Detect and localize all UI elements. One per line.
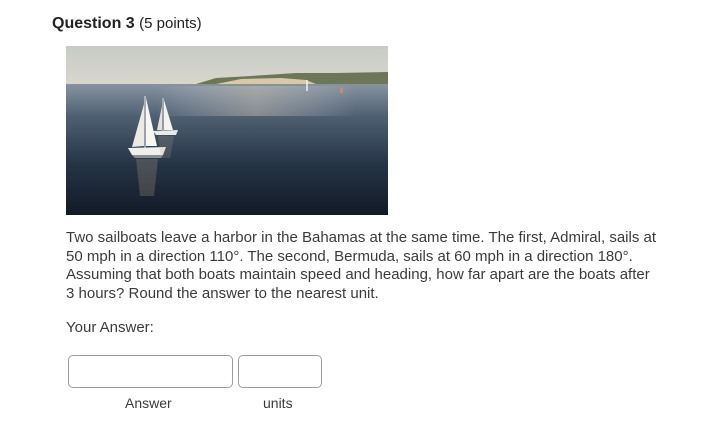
question-header: Question 3 (5 points) (52, 15, 202, 33)
your-answer-label: Your Answer: (66, 319, 154, 336)
question-text: Two sailboats leave a harbor in the Baha… (66, 229, 657, 302)
answer-field-label: Answer (125, 395, 172, 411)
units-field-label: units (263, 395, 293, 411)
units-input[interactable] (238, 355, 322, 388)
question-page: Question 3 (5 points) Two sailboats leav… (0, 0, 716, 434)
question-title: Question 3 (52, 15, 135, 32)
sailboats-photo (66, 46, 388, 215)
question-points: (5 points) (139, 15, 202, 32)
answer-input[interactable] (68, 355, 233, 388)
